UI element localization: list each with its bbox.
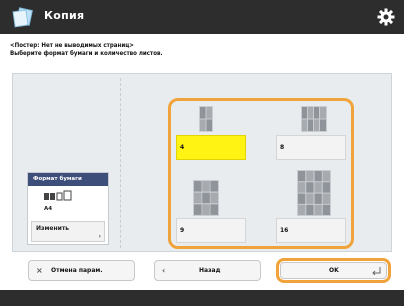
title-bar: Копия — [0, 0, 404, 34]
copy-icon — [12, 7, 33, 28]
change-paper-button[interactable]: Изменить › — [31, 221, 105, 242]
poster-option-16-label: 16 — [280, 227, 289, 234]
change-paper-label: Изменить — [36, 225, 70, 232]
poster-9-thumbnail-icon — [193, 180, 219, 216]
poster-option-4-label: 4 — [180, 144, 185, 151]
ok-button[interactable]: OK — [280, 262, 387, 279]
poster-8-thumbnail-icon — [301, 106, 327, 132]
footer-bar — [0, 290, 404, 306]
enter-icon — [372, 267, 381, 275]
close-icon: × — [36, 266, 43, 275]
message-line-1: <Постер: Нет не выводимых страниц> — [10, 42, 134, 49]
poster-option-9[interactable]: 9 — [176, 218, 246, 243]
poster-option-9-label: 9 — [180, 227, 185, 234]
page-title: Копия — [44, 9, 85, 22]
poster-option-16[interactable]: 16 — [276, 218, 346, 243]
message-line-2: Выберите формат бумаги и количество лист… — [10, 50, 163, 57]
poster-option-4[interactable]: 4 — [176, 135, 246, 160]
ok-label: OK — [329, 267, 339, 274]
poster-16-thumbnail-icon — [297, 170, 331, 216]
chevron-left-icon: ‹ — [162, 266, 166, 275]
paper-format-header: Формат бумаги — [28, 173, 108, 186]
poster-4-thumbnail-icon — [199, 106, 213, 132]
instruction-message: <Постер: Нет не выводимых страниц> Выбер… — [10, 42, 163, 58]
back-button[interactable]: ‹ Назад — [154, 260, 261, 281]
back-label: Назад — [199, 267, 221, 274]
paper-source-icon — [44, 190, 72, 201]
poster-option-8[interactable]: 8 — [276, 135, 346, 160]
cancel-settings-label: Отмена парам. — [51, 267, 103, 274]
gear-icon[interactable] — [376, 7, 396, 27]
panel-divider — [120, 78, 121, 248]
paper-size-value: A4 — [44, 206, 53, 212]
poster-option-8-label: 8 — [280, 144, 285, 151]
chevron-right-icon: › — [98, 233, 101, 240]
paper-format-box: Формат бумаги A4 Изменить › — [27, 172, 109, 245]
cancel-settings-button[interactable]: × Отмена парам. — [28, 260, 135, 281]
